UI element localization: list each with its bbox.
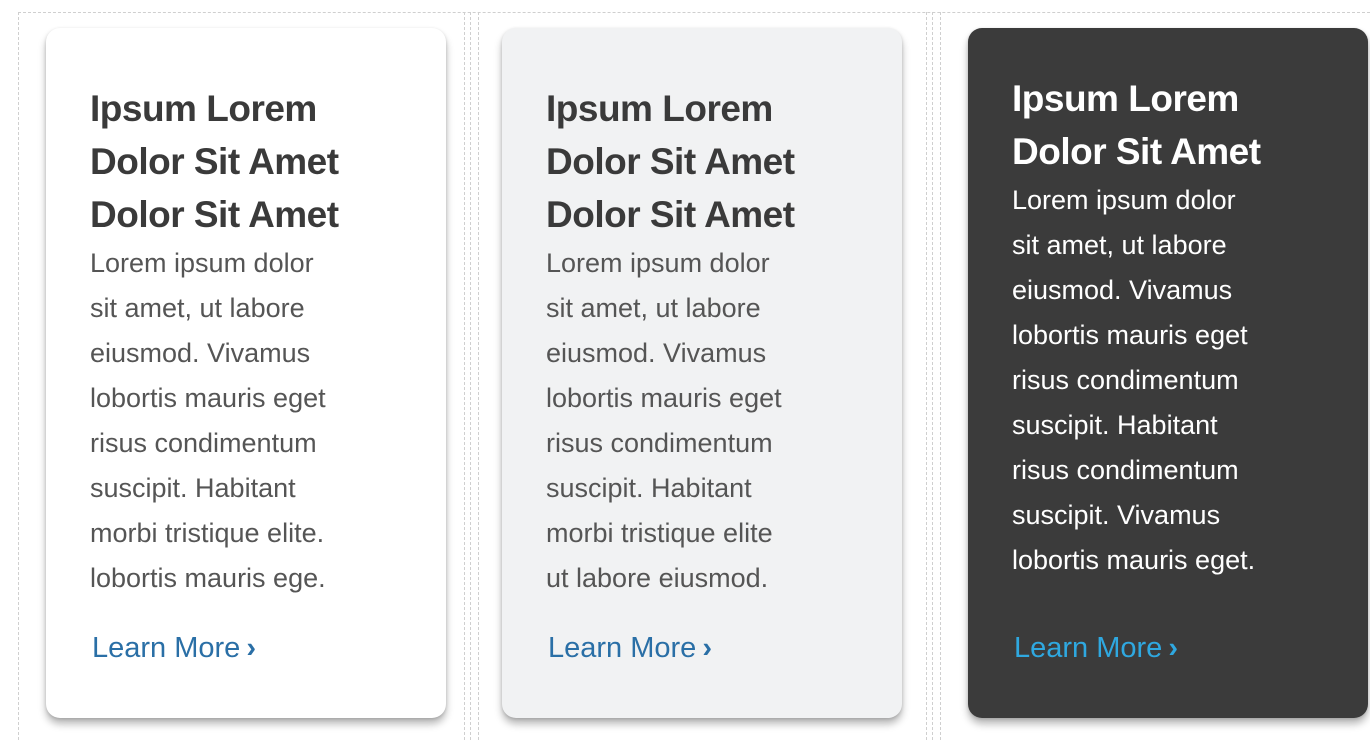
card-body-line: eiusmod. Vivamus [90,338,311,368]
card-showcase: Ipsum Lorem Dolor Sit Amet Dolor Sit Ame… [0,0,1370,740]
card-title-line: Ipsum Lorem [90,88,317,129]
card-body-line: risus condimentum [546,428,773,458]
card-title-line: Ipsum Lorem [546,88,773,129]
card-title-line: Dolor Sit Amet [546,141,795,182]
card-title-line: Dolor Sit Amet [1012,131,1261,172]
card-body-line: lobortis mauris eget [90,383,326,413]
chevron-right-icon: › [1168,632,1178,664]
card-body: Lorem ipsum dolor sit amet, ut labore ei… [546,241,858,601]
card-body-line: suscipit. Habitant [1012,410,1218,440]
card-body-line: lobortis mauris eget. [1012,545,1256,575]
guide-line-top [18,12,1370,13]
learn-more-label: Learn More [92,632,241,664]
card-body-line: suscipit. Habitant [90,473,296,503]
card-body-line: Lorem ipsum dolor [546,248,770,278]
card-body-line: Lorem ipsum dolor [1012,185,1236,215]
card-body-line: eiusmod. Vivamus [1012,275,1233,305]
card-body-line: Lorem ipsum dolor [90,248,314,278]
card-body-line: sit amet, ut labore [90,293,305,323]
card-body-line: eiusmod. Vivamus [546,338,767,368]
guide-line [470,12,471,740]
chevron-right-icon: › [702,632,712,664]
learn-more-link[interactable]: Learn More › [548,632,712,665]
card-title-line: Dolor Sit Amet [90,194,339,235]
guide-line [478,12,479,740]
card-body-line: sit amet, ut labore [1012,230,1227,260]
card-body-line: morbi tristique elite [546,518,773,548]
card-body-line: morbi tristique elite. [90,518,325,548]
card-body-line: ut labore eiusmod. [546,563,769,593]
promo-card-dark: Ipsum Lorem Dolor Sit Amet Lorem ipsum d… [968,28,1368,718]
card-body-line: suscipit. Vivamus [1012,500,1221,530]
learn-more-label: Learn More [548,632,697,664]
card-title-line: Dolor Sit Amet [546,194,795,235]
card-body-line: sit amet, ut labore [546,293,761,323]
card-title: Ipsum Lorem Dolor Sit Amet Dolor Sit Ame… [546,82,858,241]
card-title: Ipsum Lorem Dolor Sit Amet Dolor Sit Ame… [90,82,402,241]
card-body-line: risus condimentum [1012,365,1239,395]
guide-line [940,12,941,740]
card-body-line: risus condimentum [1012,455,1239,485]
card-body: Lorem ipsum dolor sit amet, ut labore ei… [90,241,402,601]
learn-more-link[interactable]: Learn More › [1014,632,1178,665]
learn-more-link[interactable]: Learn More › [92,632,256,665]
guide-line [926,12,927,740]
chevron-right-icon: › [246,632,256,664]
promo-card-light: Ipsum Lorem Dolor Sit Amet Dolor Sit Ame… [46,28,446,718]
card-body-line: suscipit. Habitant [546,473,752,503]
card-body-line: lobortis mauris ege. [90,563,326,593]
card-body-line: lobortis mauris eget [546,383,782,413]
guide-line [464,12,465,740]
card-title: Ipsum Lorem Dolor Sit Amet [1012,72,1324,178]
promo-card-gray: Ipsum Lorem Dolor Sit Amet Dolor Sit Ame… [502,28,902,718]
card-body-line: lobortis mauris eget [1012,320,1248,350]
card-title-line: Dolor Sit Amet [90,141,339,182]
guide-line [18,12,19,740]
card-body: Lorem ipsum dolor sit amet, ut labore ei… [1012,178,1324,583]
card-body-line: risus condimentum [90,428,317,458]
card-title-line: Ipsum Lorem [1012,78,1239,119]
learn-more-label: Learn More [1014,632,1163,664]
guide-line [932,12,933,740]
